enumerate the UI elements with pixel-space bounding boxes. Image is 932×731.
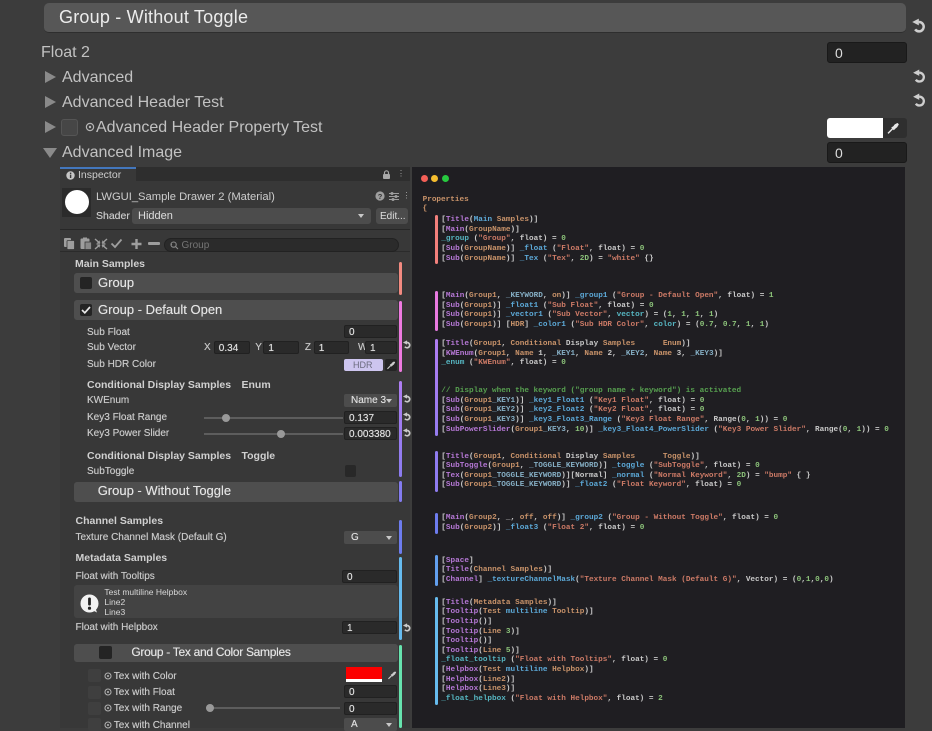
svg-text:?: ? bbox=[378, 192, 383, 201]
